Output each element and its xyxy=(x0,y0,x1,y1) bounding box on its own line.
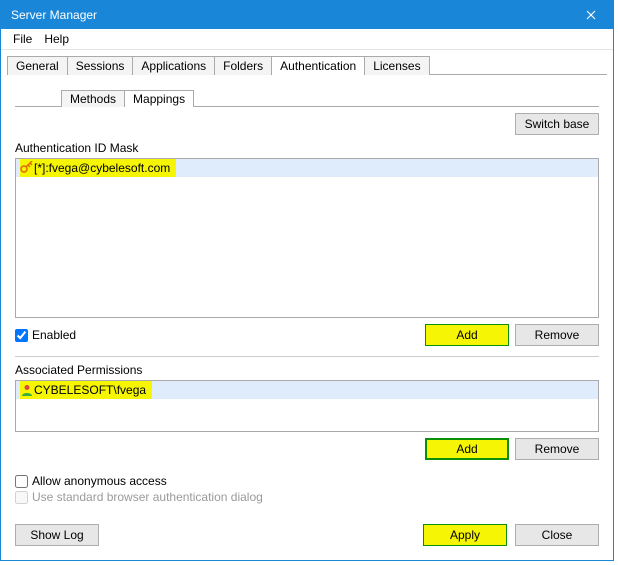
tab-general[interactable]: General xyxy=(7,56,68,75)
tab-folders[interactable]: Folders xyxy=(214,56,272,75)
anonymous-access-input[interactable] xyxy=(15,475,28,488)
apply-button[interactable]: Apply xyxy=(423,524,507,546)
tab-content: Methods Mappings Switch base Authenticat… xyxy=(1,75,613,518)
assoc-perm-label: Associated Permissions xyxy=(15,363,599,377)
browser-auth-input xyxy=(15,491,28,504)
close-icon[interactable] xyxy=(569,1,613,29)
add-mask-button[interactable]: Add xyxy=(425,324,509,346)
close-button[interactable]: Close xyxy=(515,524,599,546)
remove-permission-button[interactable]: Remove xyxy=(515,438,599,460)
associated-permissions-list[interactable]: CYBELESOFT\fvega xyxy=(15,380,599,432)
perm-id: CYBELESOFT\fvega xyxy=(34,383,146,397)
main-tabs: General Sessions Applications Folders Au… xyxy=(1,50,613,75)
menu-bar: File Help xyxy=(1,29,613,50)
remove-mask-button[interactable]: Remove xyxy=(515,324,599,346)
switch-base-button[interactable]: Switch base xyxy=(515,113,599,135)
subtab-methods[interactable]: Methods xyxy=(61,90,125,107)
anonymous-access-checkbox[interactable]: Allow anonymous access xyxy=(15,474,599,488)
enabled-input[interactable] xyxy=(15,329,28,342)
add-permission-button[interactable]: Add xyxy=(425,438,509,460)
browser-auth-label: Use standard browser authentication dial… xyxy=(32,490,263,504)
enabled-checkbox[interactable]: Enabled xyxy=(15,328,76,342)
tab-applications[interactable]: Applications xyxy=(132,56,215,75)
subtab-mappings[interactable]: Mappings xyxy=(124,90,194,107)
auth-id-mask-label: Authentication ID Mask xyxy=(15,141,599,155)
window: Server Manager File Help General Session… xyxy=(0,0,614,561)
menu-help[interactable]: Help xyxy=(38,30,75,48)
list-item[interactable]: CYBELESOFT\fvega xyxy=(16,381,598,399)
mask-id: [*]:fvega@cybelesoft.com xyxy=(34,161,170,175)
menu-file[interactable]: File xyxy=(7,30,38,48)
browser-auth-checkbox: Use standard browser authentication dial… xyxy=(15,490,599,504)
enabled-label: Enabled xyxy=(32,328,76,342)
footer: Show Log Apply Close xyxy=(1,518,613,560)
title-bar: Server Manager xyxy=(1,1,613,29)
show-log-button[interactable]: Show Log xyxy=(15,524,99,546)
list-item[interactable]: [*]:fvega@cybelesoft.com xyxy=(16,159,598,177)
tab-licenses[interactable]: Licenses xyxy=(364,56,429,75)
sub-tabs: Methods Mappings xyxy=(61,87,599,107)
window-title: Server Manager xyxy=(11,8,97,22)
tab-authentication[interactable]: Authentication xyxy=(271,56,365,75)
anonymous-access-label: Allow anonymous access xyxy=(32,474,167,488)
user-icon xyxy=(20,383,34,397)
auth-id-mask-list[interactable]: [*]:fvega@cybelesoft.com xyxy=(15,158,599,318)
tab-sessions[interactable]: Sessions xyxy=(67,56,134,75)
key-icon xyxy=(20,161,34,175)
